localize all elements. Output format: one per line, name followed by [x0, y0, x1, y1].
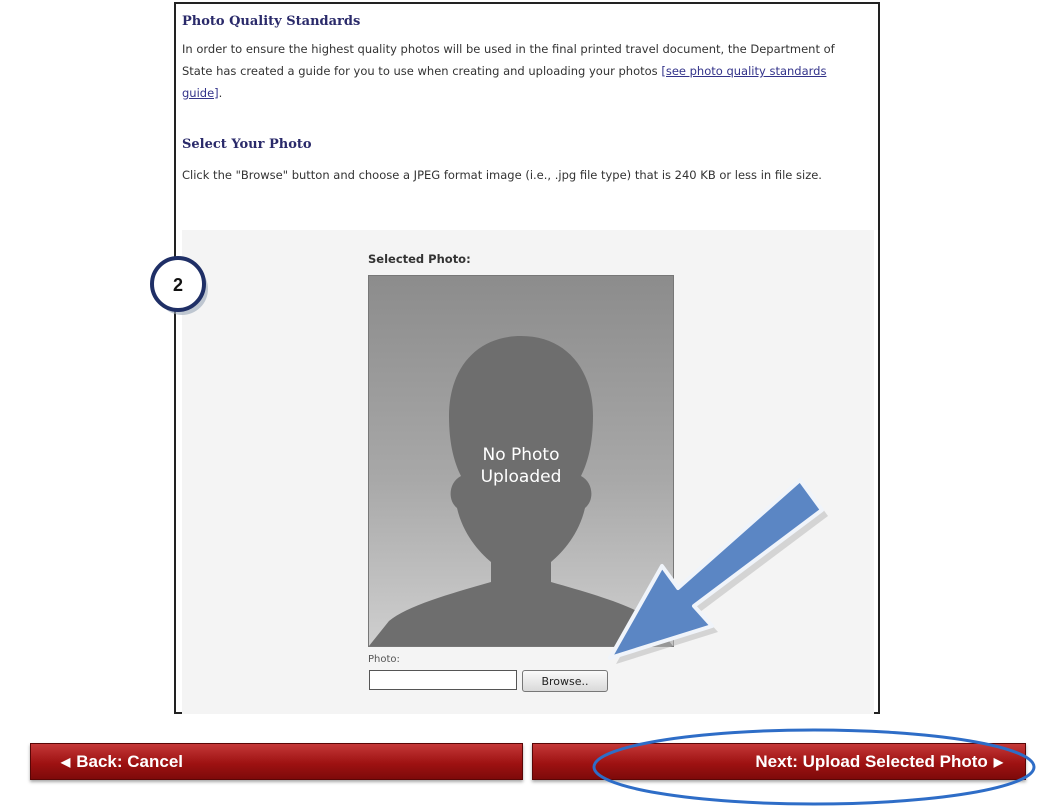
select-photo-text: Click the "Browse" button and choose a J… [182, 168, 822, 182]
caret-left-icon: ◀ [61, 754, 71, 769]
next-upload-label: Next: Upload Selected Photo [755, 751, 988, 771]
step-number: 2 [173, 275, 183, 295]
photo-upload-content: Photo Quality Standards In order to ensu… [182, 4, 878, 714]
photo-file-input[interactable] [369, 670, 517, 690]
photo-upload-frame: Photo Quality Standards In order to ensu… [174, 2, 880, 714]
caret-right-icon: ▶ [993, 754, 1003, 769]
selected-photo-label: Selected Photo: [368, 252, 471, 266]
photo-quality-period: . [218, 86, 223, 100]
no-photo-line-2: Uploaded [480, 467, 562, 487]
no-photo-line-1: No Photo [482, 445, 560, 465]
back-cancel-button[interactable]: ◀ Back: Cancel [30, 743, 523, 780]
no-photo-message: No Photo Uploaded [369, 444, 673, 488]
photo-field-label: Photo: [368, 654, 400, 665]
photo-preview: No Photo Uploaded [368, 275, 674, 647]
next-upload-button[interactable]: Next: Upload Selected Photo ▶ [532, 743, 1026, 780]
back-cancel-label: Back: Cancel [76, 751, 184, 771]
select-photo-heading: Select Your Photo [182, 137, 312, 152]
photo-panel: Selected Photo: No Photo Uploaded Photo:… [182, 230, 874, 714]
browse-button[interactable]: Browse.. [522, 670, 608, 692]
step-number-marker: 2 [150, 256, 208, 315]
photo-upload-page: Photo Quality Standards In order to ensu… [0, 0, 1050, 811]
photo-quality-text: In order to ensure the highest quality p… [182, 38, 842, 104]
photo-quality-heading: Photo Quality Standards [182, 14, 361, 29]
